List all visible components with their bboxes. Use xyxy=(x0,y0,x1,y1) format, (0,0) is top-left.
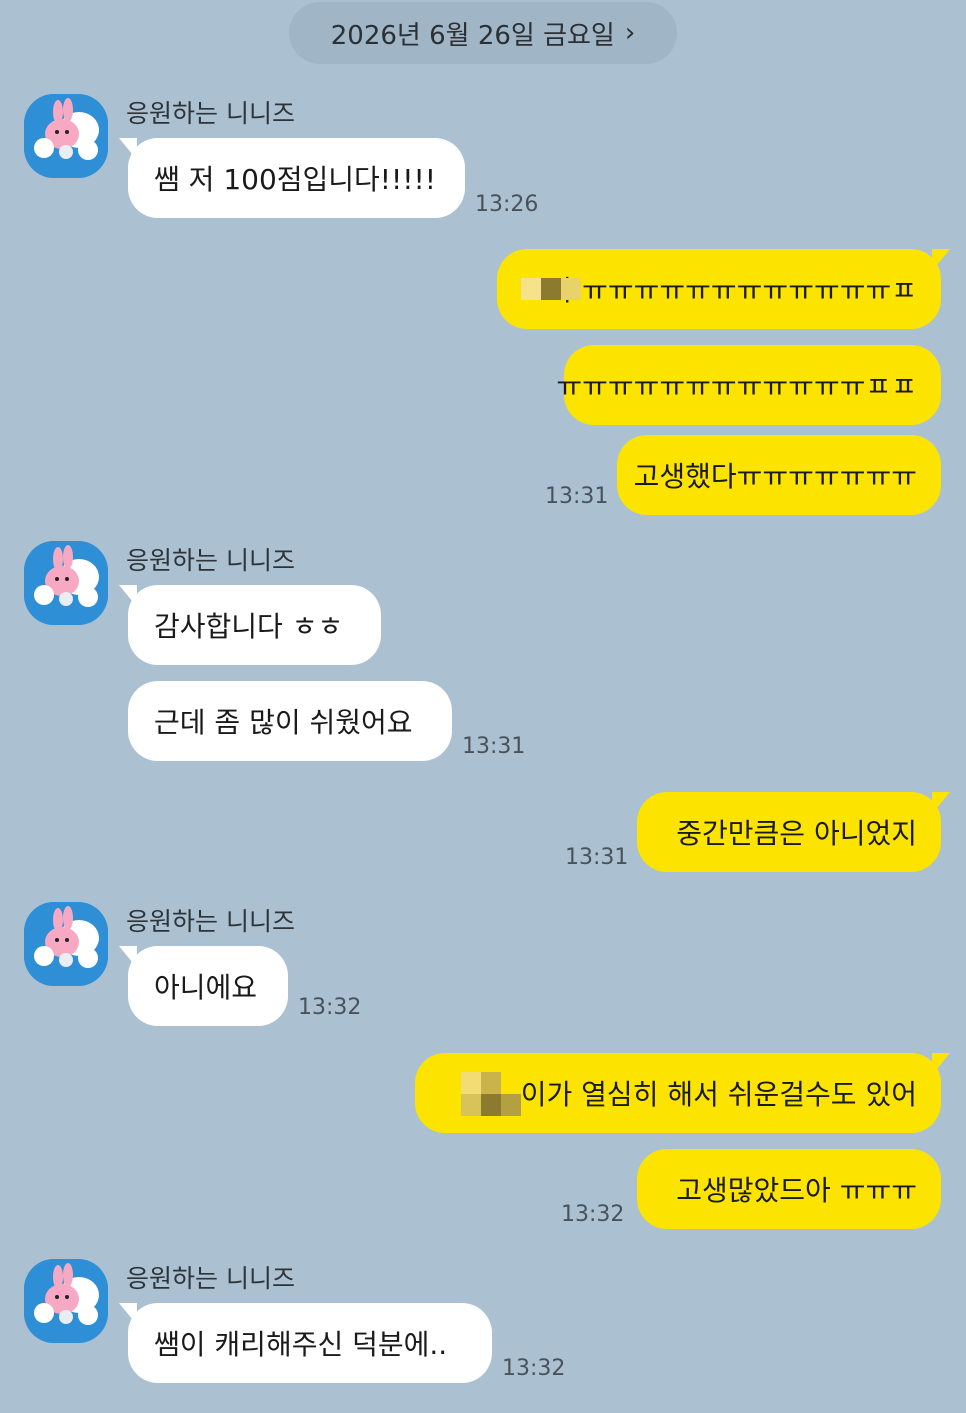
message-time: 13:26 xyxy=(475,192,539,217)
avatar[interactable] xyxy=(24,94,108,178)
ninize-character-icon xyxy=(24,1259,108,1343)
avatar[interactable] xyxy=(24,1259,108,1343)
message-text: 아니에요 xyxy=(154,971,258,1004)
sender-name: 응원하는 니니즈 xyxy=(126,907,295,936)
ninize-character-icon xyxy=(24,541,108,625)
date-label: 2026년 6월 26일 금요일 xyxy=(330,20,615,51)
message-text: ㅠㅠㅠㅠㅠㅠㅠㅠㅠㅠㅠㅠㅍㅍ xyxy=(556,370,917,403)
bubble-tail xyxy=(932,792,950,814)
message-text: 쌤이 캐리해주신 덕분에.. xyxy=(154,1328,448,1361)
message-bubble-incoming[interactable]: 감사합니다 ㅎㅎ xyxy=(119,585,381,665)
message-time: 13:32 xyxy=(298,995,362,1020)
message-time: 13:31 xyxy=(545,484,609,509)
message-bubble-incoming[interactable]: 아니에요 xyxy=(119,946,288,1026)
message-time: 13:31 xyxy=(462,734,526,759)
bubble-tail xyxy=(932,1053,950,1075)
avatar[interactable] xyxy=(24,902,108,986)
message-text: 중간만큼은 아니었지 xyxy=(676,817,917,850)
message-bubble-outgoing[interactable]: 아 ㅠㅠㅠㅠㅠㅠㅠㅠㅠㅠㅠㅠㅍ xyxy=(497,249,950,329)
bubble-tail xyxy=(119,585,137,607)
sender-name: 응원하는 니니즈 xyxy=(126,99,295,128)
message-text: 아 ㅠㅠㅠㅠㅠㅠㅠㅠㅠㅠㅠㅠㅍ xyxy=(547,274,917,307)
message-text: 이가 열심히 해서 쉬운걸수도 있어 xyxy=(520,1078,917,1111)
message-bubble-incoming[interactable]: 근데 좀 많이 쉬웠어요 xyxy=(128,681,452,761)
date-header[interactable]: 2026년 6월 26일 금요일 › xyxy=(289,2,677,64)
message-text: 근데 좀 많이 쉬웠어요 xyxy=(154,706,413,739)
censored-name-mosaic xyxy=(460,1070,521,1116)
message-text: 고생많았드아 ㅠㅠㅠ xyxy=(676,1174,917,1207)
bubble-tail xyxy=(932,249,950,271)
avatar[interactable] xyxy=(24,541,108,625)
sender-name: 응원하는 니니즈 xyxy=(126,1264,295,1293)
ninize-character-icon xyxy=(24,902,108,986)
bubble-tail xyxy=(119,1303,137,1325)
message-bubble-outgoing[interactable]: 고생많았드아 ㅠㅠㅠ xyxy=(637,1149,941,1229)
message-bubble-outgoing[interactable]: ㅠㅠㅠㅠㅠㅠㅠㅠㅠㅠㅠㅠㅍㅍ xyxy=(556,345,941,425)
message-time: 13:32 xyxy=(502,1356,566,1381)
ninize-character-icon xyxy=(24,94,108,178)
message-text: 쌤 저 100점입니다!!!!! xyxy=(154,163,436,196)
sender-name: 응원하는 니니즈 xyxy=(126,546,295,575)
message-bubble-outgoing[interactable]: 고생했다ㅠㅠㅠㅠㅠㅠㅠ xyxy=(617,435,941,515)
message-bubble-outgoing[interactable]: 중간만큼은 아니었지 xyxy=(637,792,950,872)
message-time: 13:32 xyxy=(561,1202,625,1227)
message-time: 13:31 xyxy=(565,845,629,870)
message-bubble-outgoing[interactable]: 이가 열심히 해서 쉬운걸수도 있어 xyxy=(415,1053,950,1133)
bubble-tail xyxy=(119,946,137,968)
bubble-tail xyxy=(119,138,137,160)
message-text: 감사합니다 ㅎㅎ xyxy=(154,610,344,643)
message-bubble-incoming[interactable]: 쌤 저 100점입니다!!!!! xyxy=(119,138,465,218)
message-text: 고생했다ㅠㅠㅠㅠㅠㅠㅠ xyxy=(633,460,917,493)
chevron-right-icon: › xyxy=(624,18,636,48)
message-bubble-incoming[interactable]: 쌤이 캐리해주신 덕분에.. xyxy=(119,1303,492,1383)
censored-name-mosaic xyxy=(521,266,581,312)
